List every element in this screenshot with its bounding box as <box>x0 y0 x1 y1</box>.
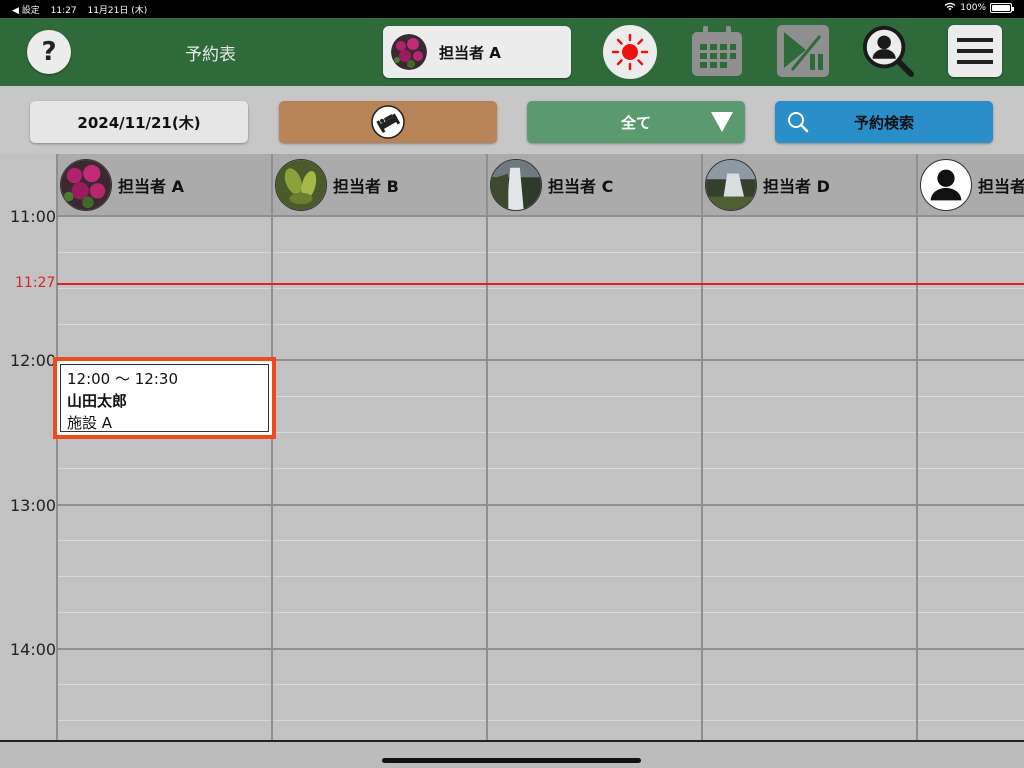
time-label: 13:00 <box>10 496 57 515</box>
staff-name: 担当者 C <box>548 177 614 196</box>
user-search-icon[interactable] <box>861 24 915 78</box>
staff-name: 担当者 <box>978 177 1024 196</box>
battery-percent: 100% <box>960 3 986 13</box>
search-label: 予約検索 <box>853 113 914 132</box>
grid-line <box>57 540 1024 541</box>
hour-line <box>57 215 1024 217</box>
staff-avatar-waterfall-2 <box>705 159 757 211</box>
column-divider <box>916 154 918 740</box>
staff-column-a[interactable]: 担当者 A <box>60 158 184 212</box>
toolbar: 2024/11/21(木) 全て 予約検索 <box>0 86 1024 154</box>
grid-line <box>57 684 1024 685</box>
bed-button[interactable] <box>279 101 497 143</box>
status-date: 11月21日 (木) <box>87 6 148 16</box>
sun-icon[interactable] <box>603 25 657 79</box>
search-icon <box>788 112 809 133</box>
staff-avatar-waterfall <box>490 159 542 211</box>
help-button[interactable]: ? <box>27 30 71 74</box>
staff-column-b[interactable]: 担当者 B <box>275 158 399 212</box>
app: ◀ 設定 11:27 11月21日 (木) 100% ? 予約表 担当者 A 2… <box>0 0 1024 768</box>
home-indicator[interactable] <box>382 758 641 763</box>
staff-name: 担当者 D <box>763 177 830 196</box>
page-title: 予約表 <box>185 45 236 65</box>
current-time-line <box>57 283 1024 285</box>
dropdown-triangle-icon <box>711 112 733 132</box>
status-time: 11:27 <box>50 6 77 16</box>
appointment-content: 12:00 ～ 12:30 山田太郎 施設 A <box>60 364 269 432</box>
staff-avatar-flowers <box>60 159 112 211</box>
hour-line <box>57 648 1024 650</box>
appointment-time: 12:00 ～ 12:30 <box>67 370 178 388</box>
grid-line <box>57 612 1024 613</box>
column-divider <box>486 154 488 740</box>
staff-name: 担当者 B <box>333 177 399 196</box>
appointment-facility: 施設 A <box>67 414 113 432</box>
column-divider <box>56 154 58 740</box>
grid-line <box>57 324 1024 325</box>
appointment-card[interactable]: 12:00 ～ 12:30 山田太郎 施設 A <box>53 357 276 439</box>
current-staff-name: 担当者 A <box>439 43 501 62</box>
person-icon <box>920 159 972 211</box>
grid-line <box>57 288 1024 289</box>
date-picker-button[interactable]: 2024/11/21(木) <box>30 101 248 143</box>
reservation-search-button[interactable]: 予約検索 <box>775 101 993 143</box>
hamburger-menu-icon[interactable] <box>948 25 1002 77</box>
grid-line <box>57 720 1024 721</box>
time-label: 14:00 <box>10 640 57 659</box>
filter-label: 全て <box>620 113 651 132</box>
status-bar: ◀ 設定 11:27 11月21日 (木) 100% <box>0 0 1024 18</box>
grid-line <box>57 468 1024 469</box>
back-to-settings[interactable]: ◀ 設定 <box>12 6 40 16</box>
current-time-label: 11:27 <box>15 275 56 291</box>
header-bar: ? 予約表 担当者 A <box>0 18 1024 86</box>
staff-avatar-leaves <box>275 159 327 211</box>
calendar-icon[interactable] <box>690 24 744 78</box>
time-label: 11:00 <box>10 207 57 226</box>
grid-line <box>57 252 1024 253</box>
column-divider <box>271 154 273 740</box>
column-divider <box>701 154 703 740</box>
hour-line <box>57 504 1024 506</box>
staff-column-e[interactable]: 担当者 <box>920 158 1024 212</box>
staff-column-d[interactable]: 担当者 D <box>705 158 830 212</box>
filter-dropdown[interactable]: 全て <box>527 101 745 143</box>
time-label: 12:00 <box>10 351 57 370</box>
current-staff-selector[interactable]: 担当者 A <box>383 26 571 78</box>
battery-icon <box>990 3 1014 13</box>
bed-icon <box>371 105 405 139</box>
wifi-icon <box>944 2 956 14</box>
play-pause-icon[interactable] <box>776 24 830 78</box>
staff-name: 担当者 A <box>118 177 184 196</box>
staff-avatar-flowers <box>391 34 427 70</box>
schedule-grid: 担当者 A 担当者 B 担当者 C 担当者 D 担当者 11:00 12:00 … <box>0 154 1024 740</box>
appointment-customer: 山田太郎 <box>67 392 128 410</box>
grid-line <box>57 576 1024 577</box>
staff-column-c[interactable]: 担当者 C <box>490 158 613 212</box>
bottom-bar <box>0 740 1024 768</box>
